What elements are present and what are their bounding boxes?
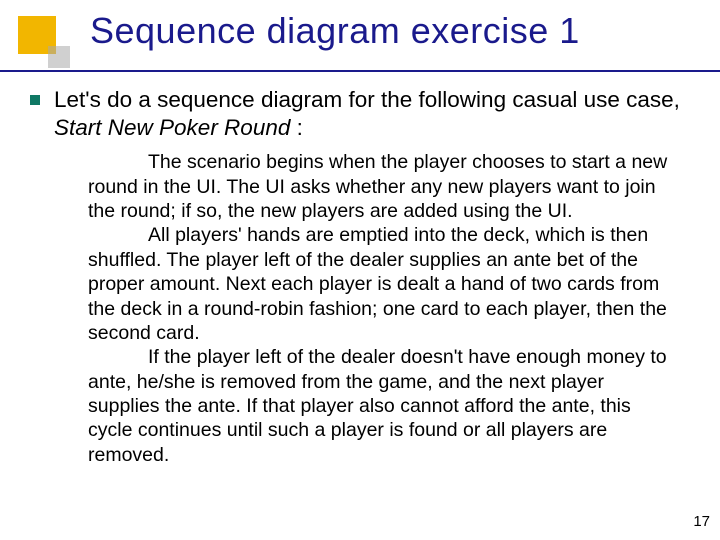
content-area: Let's do a sequence diagram for the foll… (30, 86, 690, 467)
slide: Sequence diagram exercise 1 Let's do a s… (0, 0, 720, 540)
paragraph: All players' hands are emptied into the … (88, 223, 680, 345)
slide-title: Sequence diagram exercise 1 (90, 10, 700, 52)
deco-square-gray (48, 46, 70, 68)
body-text: The scenario begins when the player choo… (88, 150, 680, 467)
bullet-square-icon (30, 95, 40, 105)
paragraph: The scenario begins when the player choo… (88, 150, 680, 223)
paragraph: If the player left of the dealer doesn't… (88, 345, 680, 467)
lead-text: Let's do a sequence diagram for the foll… (54, 86, 690, 142)
corner-decoration (18, 16, 78, 76)
lead-pre: Let's do a sequence diagram for the foll… (54, 87, 680, 112)
lead-italic: Start New Poker Round (54, 115, 290, 140)
lead-post: : (290, 115, 303, 140)
title-underline (0, 70, 720, 72)
bullet-item: Let's do a sequence diagram for the foll… (30, 86, 690, 142)
page-number: 17 (693, 513, 710, 530)
